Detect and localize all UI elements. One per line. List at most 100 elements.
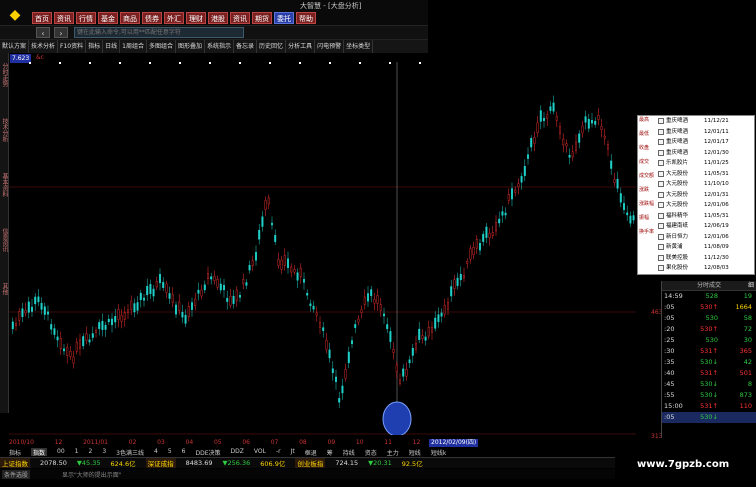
- toolbar-item-12[interactable]: 闪电预警: [315, 40, 345, 53]
- candle-body: [619, 193, 622, 203]
- menu-item-12[interactable]: 帮助: [296, 12, 316, 24]
- indicator-tab-14[interactable]: Jt: [291, 448, 295, 456]
- toolbar-item-4[interactable]: 日线: [103, 40, 121, 53]
- list-item[interactable]: 福建南纸 12/06/19: [638, 221, 756, 232]
- toolbar-item-7[interactable]: 图形叠加: [176, 40, 206, 53]
- checkbox-icon[interactable]: [658, 118, 664, 124]
- list-item[interactable]: 大元股份 12/01/31: [638, 190, 756, 201]
- forward-button[interactable]: ›: [54, 27, 68, 38]
- candle-body: [43, 306, 46, 315]
- indicator-tab-20[interactable]: 短线: [409, 448, 421, 457]
- toolbar-item-13[interactable]: 坐标类型: [344, 40, 374, 53]
- kline-chart[interactable]: [9, 62, 636, 435]
- toolbar-item-11[interactable]: 分析工具: [286, 40, 316, 53]
- checkbox-icon[interactable]: [658, 233, 664, 240]
- checkbox-icon[interactable]: [658, 212, 664, 219]
- indicator-tab-16[interactable]: 筹: [327, 448, 333, 457]
- toolbar-item-0[interactable]: 默认方案: [0, 40, 30, 53]
- list-item[interactable]: 大元股份 11/05/31: [638, 169, 756, 180]
- toolbar-item-1[interactable]: 技术分析: [29, 40, 59, 53]
- candle-body: [555, 116, 558, 121]
- checkbox-icon[interactable]: [658, 128, 664, 135]
- menu-item-1[interactable]: 资讯: [54, 12, 74, 24]
- side-tab-2[interactable]: 基本资料: [0, 173, 9, 197]
- tick-detail-button[interactable]: 细: [748, 281, 754, 291]
- checkbox-icon[interactable]: [658, 149, 664, 156]
- candle-body: [303, 278, 306, 283]
- indicator-tab-15[interactable]: 框退: [305, 448, 317, 457]
- indicator-tab-11[interactable]: DDZ: [231, 448, 244, 456]
- checkbox-icon[interactable]: [658, 223, 664, 229]
- checkbox-icon[interactable]: [658, 181, 664, 187]
- checkbox-icon[interactable]: [658, 160, 664, 166]
- menu-item-6[interactable]: 外汇: [164, 12, 184, 24]
- candle-body: [331, 368, 334, 374]
- list-item[interactable]: 新日恒力 12/01/06: [638, 232, 756, 243]
- indicator-tab-17[interactable]: 持线: [343, 448, 355, 457]
- index-name[interactable]: 创业板指: [295, 458, 326, 468]
- list-item[interactable]: 果化股份 12/08/03: [638, 263, 756, 274]
- command-input[interactable]: [74, 27, 244, 38]
- list-item[interactable]: 重庆啤酒 12/01/11: [638, 127, 756, 138]
- side-tab-0[interactable]: 分时走势: [0, 63, 9, 87]
- side-tab-3[interactable]: 信息资讯: [0, 228, 9, 252]
- toolbar-item-9[interactable]: 备忘录: [234, 40, 258, 53]
- tick-trades-header[interactable]: 分时成交 细: [662, 281, 756, 291]
- toolbar-item-6[interactable]: 多图组合: [147, 40, 176, 53]
- menu-item-10[interactable]: 期货: [252, 12, 272, 24]
- back-button[interactable]: ‹: [36, 27, 50, 38]
- indicator-tab-5[interactable]: 3: [102, 448, 106, 456]
- candle-body: [485, 226, 488, 238]
- toolbar-item-8[interactable]: 系统指示: [205, 40, 235, 53]
- indicator-tab-3[interactable]: 1: [75, 448, 79, 456]
- list-item[interactable]: 新黄浦 11/08/09: [638, 242, 756, 253]
- list-item[interactable]: 重庆啤酒 12/01/17: [638, 137, 756, 148]
- indicator-tab-6[interactable]: 3色满三线: [116, 448, 144, 457]
- toolbar-item-5[interactable]: 1周组合: [120, 40, 147, 53]
- list-item[interactable]: 大元股份 11/10/10: [638, 179, 756, 190]
- indicator-tab-18[interactable]: 资态: [365, 448, 377, 457]
- indicator-tab-21[interactable]: 短线k: [431, 448, 446, 457]
- menu-item-2[interactable]: 行情: [76, 12, 96, 24]
- indicator-tab-9[interactable]: 6: [182, 448, 186, 456]
- checkbox-icon[interactable]: [658, 202, 664, 208]
- menu-item-11[interactable]: 委托: [274, 12, 294, 24]
- list-item[interactable]: 大元股份 12/01/06: [638, 200, 756, 211]
- indicator-tab-12[interactable]: VOL: [254, 448, 266, 456]
- menu-item-7[interactable]: 理财: [186, 12, 206, 24]
- index-name[interactable]: 上证指数: [0, 458, 30, 468]
- checkbox-icon[interactable]: [658, 170, 664, 177]
- menu-item-5[interactable]: 债券: [142, 12, 162, 24]
- list-item[interactable]: 联美控股 11/12/30: [638, 253, 756, 264]
- menu-item-8[interactable]: 港股: [208, 12, 228, 24]
- indicator-tab-10[interactable]: DDE决策: [195, 448, 220, 457]
- list-item[interactable]: 乐凯胶片 11/01/25: [638, 158, 756, 169]
- menu-item-9[interactable]: 资讯: [230, 12, 250, 24]
- toolbar-item-3[interactable]: 指标: [86, 40, 104, 53]
- list-item[interactable]: 重庆啤酒 11/12/21: [638, 116, 756, 127]
- indicator-tab-7[interactable]: 4: [154, 448, 158, 456]
- checkbox-icon[interactable]: [658, 254, 664, 261]
- side-tab-4[interactable]: 其他: [0, 283, 9, 295]
- indicator-tab-4[interactable]: 2: [89, 448, 93, 456]
- menu-item-4[interactable]: 商品: [120, 12, 140, 24]
- stock-screener-button[interactable]: 条件选股: [2, 470, 31, 479]
- index-name[interactable]: 深证成指: [145, 458, 176, 468]
- indicator-tab-1[interactable]: 指数: [31, 448, 48, 457]
- checkbox-icon[interactable]: [658, 139, 664, 145]
- list-item[interactable]: 重庆啤酒 12/01/30: [638, 148, 756, 159]
- checkbox-icon[interactable]: [658, 191, 664, 198]
- indicator-tab-19[interactable]: 主力: [387, 448, 399, 457]
- checkbox-icon[interactable]: [658, 244, 664, 250]
- indicator-tab-0[interactable]: 指标: [9, 448, 21, 457]
- menu-item-3[interactable]: 基金: [98, 12, 118, 24]
- menu-item-0[interactable]: 首页: [32, 12, 52, 24]
- indicator-tab-8[interactable]: 5: [168, 448, 172, 456]
- indicator-tab-13[interactable]: -r: [276, 448, 281, 456]
- checkbox-icon[interactable]: [658, 265, 664, 271]
- toolbar-item-2[interactable]: F10资料: [58, 40, 87, 53]
- list-item[interactable]: 福科精华 11/05/31: [638, 211, 756, 222]
- toolbar-item-10[interactable]: 历史回忆: [257, 40, 287, 53]
- indicator-tab-2[interactable]: 00: [57, 448, 65, 456]
- side-tab-1[interactable]: 技术分析: [0, 118, 9, 142]
